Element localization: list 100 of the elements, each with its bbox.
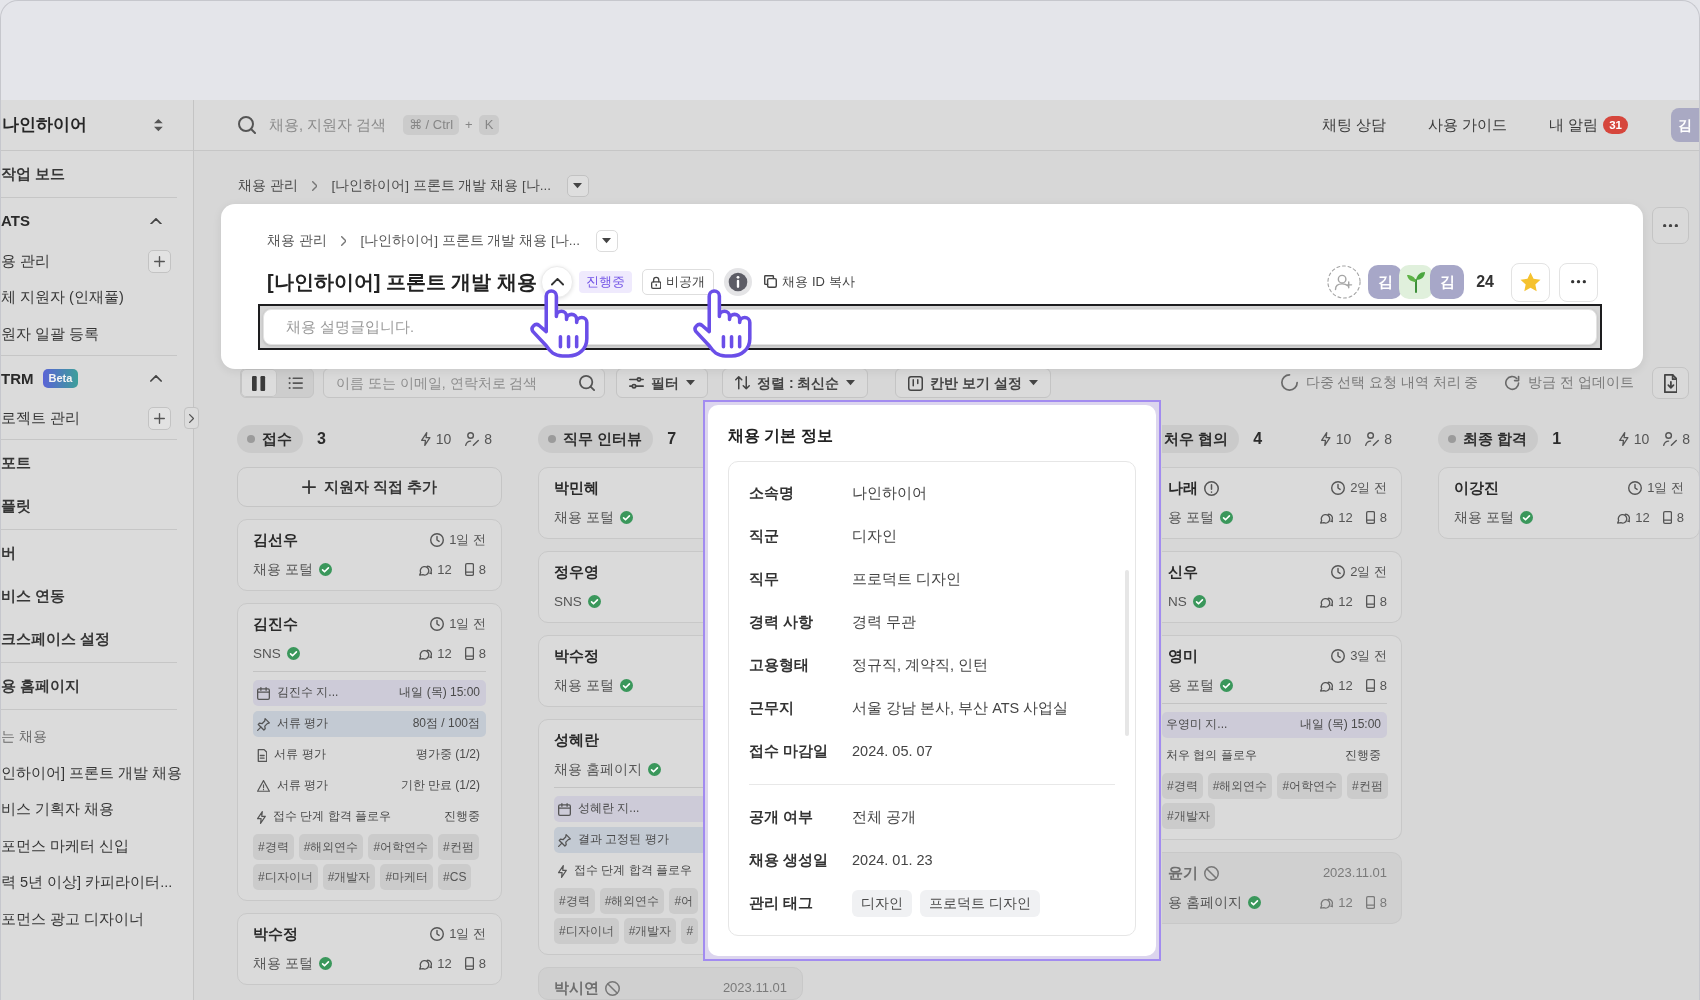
- applicant-card[interactable]: 신우 2일 전 NS 12 8: [1162, 551, 1402, 623]
- collapse-sidebar-button[interactable]: [184, 407, 199, 429]
- view-settings-button[interactable]: 칸반 보기 설정: [895, 368, 1052, 398]
- workspace-name[interactable]: 나인하이어: [2, 113, 87, 137]
- sidebar-item[interactable]: 용 홈페이지: [1, 675, 81, 696]
- board-view-button[interactable]: [241, 369, 277, 397]
- copy-id-button[interactable]: 채용 ID 복사: [764, 273, 855, 291]
- activity-label: 서류 평가: [277, 716, 329, 732]
- phone-count: 8: [1379, 509, 1387, 527]
- hashtag: #디자이너: [554, 918, 619, 944]
- sidebar-item[interactable]: 포트: [1, 452, 31, 473]
- refresh-icon[interactable]: [1505, 375, 1521, 391]
- source-label: 용 홈페이지: [1168, 894, 1242, 912]
- shortcut-key: ⌘ / Ctrl: [403, 114, 460, 136]
- sidebar-item[interactable]: 포먼스 마케터 신입: [1, 836, 130, 856]
- sprout-icon: [1399, 265, 1434, 299]
- person-icon: [1663, 432, 1678, 446]
- section-title[interactable]: TRM: [1, 368, 34, 389]
- sidebar-item[interactable]: 원자 일괄 등록: [1, 324, 100, 344]
- applicant-name: 김진수: [253, 614, 298, 634]
- automation-count: 10: [1633, 429, 1650, 449]
- collapse-button[interactable]: [541, 266, 573, 298]
- applicant-card[interactable]: 박수정 1일 전 채용 포털 12 8: [237, 913, 502, 985]
- ban-icon: [1204, 865, 1219, 881]
- applicant-card[interactable]: 영미 3일 전 용 포털 12 8 우영미 지... 내일 (목) 15:00 처우 협의 플로우 진행중 #경력 #해외연수 #어학연수 #컨펌 #개발자: [1162, 635, 1402, 840]
- description-field[interactable]: 채용 설명글입니다.: [263, 309, 1597, 345]
- chevron-right-icon: [340, 236, 347, 246]
- activity-label: 접수 단계 합격 플로우: [573, 863, 692, 879]
- phone-icon: [1662, 511, 1672, 525]
- hashtag: #개발자: [1162, 803, 1215, 829]
- breadcrumb-link[interactable]: 채용 관리: [267, 232, 327, 250]
- search-field[interactable]: 이름 또는 이메일, 연락처로 검색: [323, 368, 605, 398]
- add-button[interactable]: [148, 249, 171, 273]
- lock-icon: [651, 275, 662, 289]
- elapsed-time: 2일 전: [1350, 479, 1387, 497]
- applicant-name: 윤기: [1168, 863, 1198, 883]
- breadcrumb-link[interactable]: 채용 관리: [238, 177, 298, 195]
- elapsed-time: 2일 전: [1350, 563, 1387, 581]
- bolt-icon: [421, 432, 431, 446]
- sidebar-item[interactable]: 크스페이스 설정: [1, 628, 111, 649]
- add-applicant-button[interactable]: 지원자 직접 추가: [237, 467, 502, 507]
- dropdown-button[interactable]: [567, 175, 589, 197]
- header-link[interactable]: 사용 가이드: [1428, 115, 1508, 135]
- sidebar-item[interactable]: 버: [1, 542, 16, 563]
- sidebar-item[interactable]: 작업 보드: [1, 163, 66, 184]
- applicant-card[interactable]: 이강진 1일 전 채용 포털 12 8: [1438, 467, 1699, 539]
- sidebar-item[interactable]: 비스 연동: [1, 585, 66, 606]
- search-icon[interactable]: [238, 116, 256, 134]
- section-title[interactable]: ATS: [1, 211, 30, 231]
- chevron-up-icon[interactable]: [150, 217, 162, 225]
- phone-icon: [1365, 679, 1375, 693]
- star-button[interactable]: [1511, 262, 1550, 302]
- info-icon[interactable]: [724, 268, 753, 296]
- source-label: 채용 포털: [1454, 509, 1514, 527]
- breadcrumb-link[interactable]: [나인하이어] 프론트 개발 채용 [나...: [360, 232, 580, 250]
- elapsed-time: 2023.11.01: [1322, 864, 1387, 882]
- sidebar-item[interactable]: 인하이어] 프론트 개발 채용: [1, 763, 183, 783]
- chat-icon: [1617, 511, 1631, 525]
- phone-count: 8: [1379, 677, 1387, 695]
- applicant-card[interactable]: 김선우 1일 전 채용 포털 12 8: [237, 519, 502, 591]
- sidebar-item[interactable]: 용 관리: [1, 251, 51, 271]
- hashtag: #마케터: [380, 864, 434, 890]
- applicant-card[interactable]: 김진수 1일 전 SNS 12 8 김진수 지... 내일 (목) 15:00 서류 평가 80점 / 100점 서류 평가 평가중 (1/2) 서류 평가 기한 만료 (1/2) 접수 단계 합격 플로우 진행중 #경력 #해외연수 #어학연수 #컨펌 #디자이너 #개발자 #마케터 #CS: [237, 603, 502, 901]
- search-field[interactable]: 채용, 지원자 검색: [269, 115, 391, 135]
- download-button[interactable]: [1652, 367, 1689, 399]
- section-label: 는 채용: [1, 728, 48, 747]
- breadcrumb-link[interactable]: [나인하이어] 프론트 개발 채용 [나...: [331, 177, 551, 195]
- source-label: 용 포털: [1168, 509, 1214, 527]
- visibility-button[interactable]: 비공개: [642, 269, 715, 295]
- add-button[interactable]: [148, 407, 171, 431]
- source-label: SNS: [554, 593, 582, 611]
- sort-button[interactable]: 정렬 : 최신순: [722, 368, 869, 398]
- sidebar-item[interactable]: 비스 기획자 채용: [1, 800, 115, 820]
- applicant-card[interactable]: 윤기 2023.11.01 용 홈페이지 12 8: [1162, 852, 1402, 924]
- field-label: 직무: [749, 570, 780, 589]
- more-icon: [1571, 280, 1586, 284]
- activity-label: 접수 단계 합격 플로우: [272, 809, 391, 825]
- sidebar-item[interactable]: 로젝트 관리: [1, 409, 81, 429]
- search-icon[interactable]: [579, 375, 595, 391]
- sidebar-item[interactable]: 체 지원자 (인재풀): [1, 288, 124, 308]
- field-value: 나인하이어: [852, 484, 927, 503]
- dropdown-button[interactable]: [596, 230, 618, 252]
- sidebar-item[interactable]: 력 5년 이상] 카피라이터...: [1, 873, 173, 893]
- applicant-name: 박수정: [554, 646, 599, 666]
- applicant-card[interactable]: 나래 2일 전 용 포털 12 8: [1162, 467, 1402, 539]
- activity-value: 진행중: [1345, 748, 1381, 764]
- chat-icon: [1320, 595, 1334, 609]
- chevron-up-icon[interactable]: [150, 375, 162, 382]
- sidebar-item[interactable]: 포먼스 광고 디자이너: [1, 909, 145, 929]
- chat-icon: [419, 957, 433, 971]
- phone-count: 8: [478, 561, 486, 579]
- updown-chevron-icon[interactable]: [154, 118, 163, 132]
- chat-count: 12: [1338, 593, 1353, 611]
- notifications-link[interactable]: 내 알림 31: [1549, 115, 1628, 135]
- sidebar-item[interactable]: 플릿: [1, 495, 31, 516]
- activity-label: 서류 평가: [277, 778, 329, 794]
- assignee-count: 8: [1384, 429, 1392, 449]
- field-value: 프로덕트 디자인: [852, 570, 962, 589]
- filter-button[interactable]: 필터: [616, 368, 708, 398]
- header-link[interactable]: 채팅 상담: [1322, 115, 1387, 135]
